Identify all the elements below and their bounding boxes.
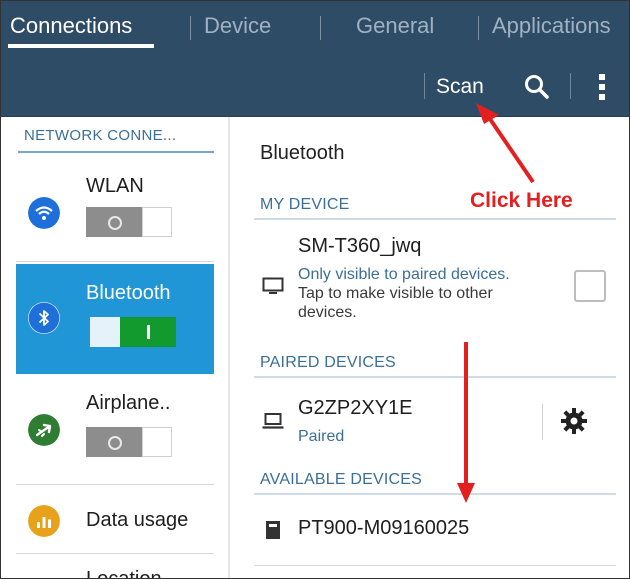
annotation-label: Click Here xyxy=(470,189,573,212)
sidebar-item-wlan[interactable]: WLAN xyxy=(16,157,214,261)
sidebar-item-label: Bluetooth xyxy=(86,282,171,304)
wifi-icon xyxy=(28,197,60,229)
airplane-toggle[interactable] xyxy=(86,427,172,457)
device-status: Paired xyxy=(298,428,345,445)
action-divider xyxy=(424,73,425,99)
section-divider xyxy=(254,493,616,495)
section-header-paired-devices: PAIRED DEVICES xyxy=(260,354,396,371)
device-status: devices. xyxy=(298,304,357,321)
wlan-toggle[interactable] xyxy=(86,207,172,237)
data-usage-icon xyxy=(28,505,60,537)
search-icon[interactable] xyxy=(523,73,551,101)
active-tab-indicator xyxy=(8,44,154,48)
section-header-my-device: MY DEVICE xyxy=(260,196,350,213)
sidebar-item-airplane[interactable]: Airplane.. xyxy=(16,374,214,484)
section-header-available-devices: AVAILABLE DEVICES xyxy=(260,471,422,488)
device-name: SM-T360_jwq xyxy=(298,235,422,257)
bluetooth-icon xyxy=(28,302,60,334)
row-divider xyxy=(254,565,616,566)
sidebar-item-data-usage[interactable]: Data usage xyxy=(16,485,214,553)
row-divider xyxy=(542,404,543,440)
sidebar-item-label: Location xyxy=(86,568,162,579)
sidebar-item-label: WLAN xyxy=(86,175,144,197)
device-name: G2ZP2XY1E xyxy=(298,397,413,419)
printer-icon xyxy=(266,521,280,539)
device-name: PT900-M09160025 xyxy=(298,517,470,539)
scan-button[interactable]: Scan xyxy=(436,75,484,99)
visibility-checkbox[interactable] xyxy=(574,270,606,302)
sidebar-header: NETWORK CONNE... xyxy=(24,127,177,144)
sidebar-header-underline xyxy=(18,151,214,153)
action-divider xyxy=(570,73,571,99)
sidebar-item-label: Data usage xyxy=(86,509,189,531)
sidebar-item-bluetooth[interactable]: Bluetooth xyxy=(16,264,214,374)
sidebar-item-label: Airplane.. xyxy=(86,392,171,414)
tab-applications[interactable]: Applications xyxy=(492,13,611,39)
gear-icon[interactable] xyxy=(560,407,588,435)
more-vertical-icon[interactable] xyxy=(594,72,610,102)
sidebar: NETWORK CONNE... WLAN Bluetooth Airplane… xyxy=(0,117,230,579)
tab-bar: Connections Device General Applications xyxy=(0,0,630,57)
tab-divider xyxy=(320,16,321,40)
device-status: Only visible to paired devices. xyxy=(298,266,510,283)
page-title: Bluetooth xyxy=(260,142,345,164)
section-divider xyxy=(254,218,616,220)
device-status: Tap to make visible to other xyxy=(298,285,493,302)
bluetooth-panel: Bluetooth MY DEVICE SM-T360_jwq Only vis… xyxy=(232,117,630,579)
tab-connections[interactable]: Connections xyxy=(10,13,132,39)
tab-general[interactable]: General xyxy=(356,13,434,39)
action-bar: Scan xyxy=(0,57,630,117)
airplane-icon xyxy=(28,414,60,446)
tab-divider xyxy=(478,16,479,40)
tab-divider xyxy=(190,16,191,40)
laptop-icon xyxy=(262,413,284,429)
tab-device[interactable]: Device xyxy=(204,13,271,39)
bluetooth-toggle[interactable] xyxy=(90,317,176,347)
sidebar-divider xyxy=(16,261,214,262)
tablet-icon xyxy=(262,277,284,294)
section-divider xyxy=(254,376,616,378)
sidebar-item-location[interactable]: Location xyxy=(16,554,214,579)
